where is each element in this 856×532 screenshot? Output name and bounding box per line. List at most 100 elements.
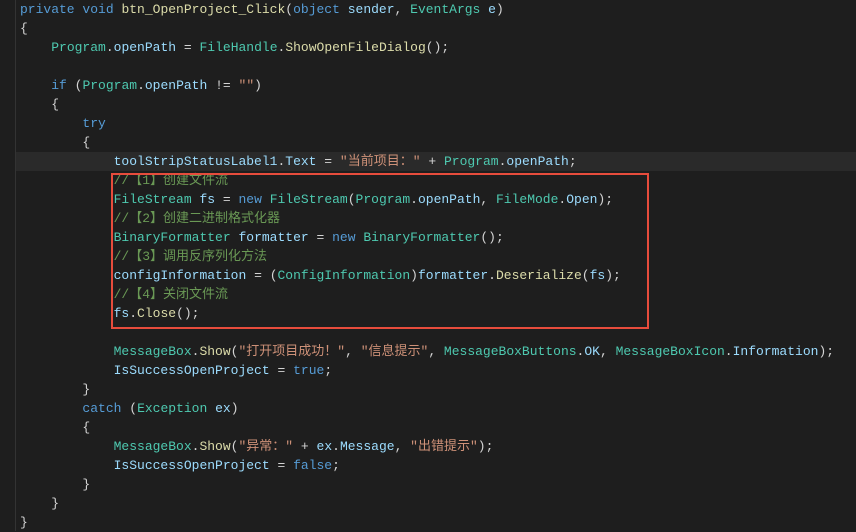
code-line[interactable]: if (Program.openPath != "") [16,76,856,95]
code-token: catch [82,401,121,416]
code-token [246,268,254,283]
code-line[interactable]: { [16,95,856,114]
code-line[interactable]: fs.Close(); [16,304,856,323]
code-token: "出错提示" [410,439,478,454]
code-token: FileHandle [200,40,278,55]
code-token [176,40,184,55]
code-line[interactable]: //【1】创建文件流 [16,171,856,190]
code-token: "" [239,78,255,93]
code-line[interactable]: IsSuccessOpenProject = false; [16,456,856,475]
code-token [192,40,200,55]
code-line[interactable]: BinaryFormatter formatter = new BinaryFo… [16,228,856,247]
code-token: . [129,306,137,321]
code-token [285,458,293,473]
code-token: MessageBox [114,344,192,359]
code-token: MessageBoxButtons [444,344,577,359]
code-token: (); [426,40,449,55]
code-line[interactable]: MessageBox.Show("打开项目成功！", "信息提示", Messa… [16,342,856,361]
code-token [231,78,239,93]
code-line[interactable] [16,323,856,342]
code-token: ; [332,458,340,473]
code-token: ); [478,439,494,454]
code-line[interactable] [16,57,856,76]
code-token: object [293,2,340,17]
code-line[interactable]: } [16,513,856,532]
code-line[interactable]: catch (Exception ex) [16,399,856,418]
code-token: IsSuccessOpenProject [114,458,270,473]
code-token: } [51,496,59,511]
code-token: ); [605,268,621,283]
code-token: (); [480,230,503,245]
code-token: "异常：" [238,439,293,454]
code-token [67,78,75,93]
code-token: try [82,116,105,131]
code-token: if [51,78,67,93]
code-line[interactable]: } [16,475,856,494]
code-line[interactable]: { [16,133,856,152]
code-token [436,154,444,169]
code-token: Deserialize [496,268,582,283]
code-token: Program [82,78,137,93]
code-token [293,439,301,454]
code-token: ) [410,268,418,283]
code-token: openPath [114,40,176,55]
code-token: true [293,363,324,378]
code-token: ( [285,2,293,17]
code-line[interactable]: //【2】创建二进制格式化器 [16,209,856,228]
code-line[interactable]: try [16,114,856,133]
code-token: MessageBoxIcon [616,344,725,359]
code-token: ShowOpenFileDialog [285,40,425,55]
code-token: IsSuccessOpenProject [114,363,270,378]
code-token: fs [114,306,130,321]
code-token: private [20,2,75,17]
code-token [285,363,293,378]
editor-gutter [0,0,16,531]
code-line[interactable]: { [16,418,856,437]
code-line[interactable]: FileStream fs = new FileStream(Program.o… [16,190,856,209]
code-token: ); [597,192,613,207]
code-editor[interactable]: private void btn_OpenProject_Click(objec… [0,0,856,531]
code-token: false [293,458,332,473]
code-line[interactable]: IsSuccessOpenProject = true; [16,361,856,380]
code-line[interactable]: toolStripStatusLabel1.Text = "当前项目：" + P… [16,152,856,171]
code-token: FileStream [270,192,348,207]
code-token: "当前项目：" [340,154,421,169]
code-token: sender [348,2,395,17]
code-token: formatter [238,230,308,245]
code-token: Information [733,344,819,359]
code-token: ex [215,401,231,416]
code-token: } [82,382,90,397]
code-token: } [82,477,90,492]
code-token: { [82,135,90,150]
code-token: = [223,192,231,207]
code-line[interactable]: configInformation = (ConfigInformation)f… [16,266,856,285]
code-token: = [184,40,192,55]
code-line[interactable]: //【4】关闭文件流 [16,285,856,304]
code-line[interactable]: private void btn_OpenProject_Click(objec… [16,0,856,19]
code-token: //【4】关闭文件流 [114,287,228,302]
code-line[interactable]: } [16,494,856,513]
code-token: ) [231,401,239,416]
code-line[interactable]: } [16,380,856,399]
code-token: fs [199,192,215,207]
code-area[interactable]: private void btn_OpenProject_Click(objec… [16,0,856,531]
code-line[interactable]: Program.openPath = FileHandle.ShowOpenFi… [16,38,856,57]
code-line[interactable]: //【3】调用反序列化方法 [16,247,856,266]
code-token: , [345,344,361,359]
code-token: Text [285,154,316,169]
code-token: "打开项目成功！" [238,344,345,359]
code-token [340,2,348,17]
code-token: , [395,439,411,454]
code-token: MessageBox [114,439,192,454]
code-token [309,230,317,245]
code-line[interactable]: MessageBox.Show("异常：" + ex.Message, "出错提… [16,437,856,456]
code-token: //【2】创建二进制格式化器 [114,211,280,226]
code-line[interactable]: { [16,19,856,38]
code-token: , [428,344,444,359]
code-token: . [488,268,496,283]
code-token: ; [324,363,332,378]
code-token: ( [129,401,137,416]
code-token [324,230,332,245]
code-token: FileStream [114,192,192,207]
code-token [262,192,270,207]
